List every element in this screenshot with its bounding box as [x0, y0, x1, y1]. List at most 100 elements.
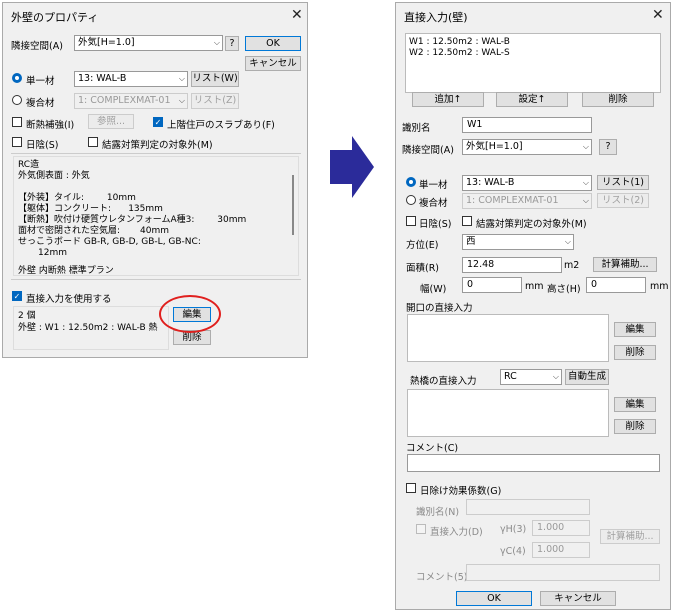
delete-entry-button[interactable]: 削除 — [582, 92, 654, 107]
opening-list[interactable] — [407, 314, 609, 362]
auto-generate-button[interactable]: 自動生成 — [565, 369, 609, 385]
use-direct-input-label: 直接入力を使用する — [26, 294, 112, 305]
shade-coef-comment-label: コメント(5) — [416, 572, 468, 583]
gamma-h-input[interactable]: 1.000 — [532, 520, 590, 536]
single-material-value: 13: WAL-B — [466, 177, 515, 188]
use-direct-input-checkbox[interactable]: ✓ — [12, 291, 22, 301]
list-item[interactable]: W1 : 12.50m2 : WAL-B — [409, 37, 510, 48]
opening-direct-label: 開口の直接入力 — [406, 303, 473, 314]
composite-material-radio[interactable] — [406, 195, 416, 205]
direct-summary-text: 外壁 : W1 : 12.50m2 : WAL-B 熱 — [18, 323, 158, 333]
list-w-button[interactable]: リスト(W) — [191, 71, 239, 87]
info-bottom-line: 外壁 内断熱 標準プラン — [18, 266, 114, 276]
list-2-button[interactable]: リスト(2) — [597, 193, 649, 208]
single-material-select[interactable]: 13: WAL-B ⌵ — [74, 71, 188, 87]
id-input[interactable]: W1 — [462, 117, 592, 133]
chevron-down-icon: ⌵ — [564, 237, 571, 246]
shade-coef-direct-checkbox[interactable] — [416, 524, 426, 534]
height-label: 高さ(H) — [547, 284, 581, 295]
direction-value: 西 — [466, 236, 476, 247]
chevron-down-icon: ⌵ — [582, 178, 589, 187]
single-material-radio[interactable] — [406, 177, 416, 187]
thermal-edit-button[interactable]: 編集 — [614, 397, 656, 412]
single-material-value: 13: WAL-B — [78, 73, 127, 84]
adjacent-space-select[interactable]: 外気[H=1.0] ⌵ — [74, 35, 223, 51]
adjacent-space-value: 外気[H=1.0] — [78, 37, 135, 48]
list-item[interactable]: W2 : 12.50m2 : WAL-S — [409, 48, 510, 59]
composite-material-select[interactable]: 1: COMPLEXMAT-01 ⌵ — [74, 93, 188, 109]
add-button[interactable]: 追加↑ — [412, 92, 484, 107]
entry-list[interactable]: W1 : 12.50m2 : WAL-B W2 : 12.50m2 : WAL-… — [405, 33, 661, 93]
shade-coef-comment-input[interactable] — [466, 564, 660, 581]
info-line: 12mm — [18, 248, 68, 258]
composite-material-value: 1: COMPLEXMAT-01 — [78, 95, 171, 106]
opening-edit-button[interactable]: 編集 — [614, 322, 656, 337]
material-info-panel: RC造 外気側表面 : 外気 【外装】タイル: 10mm 【躯体】コンクリート:… — [13, 156, 299, 276]
adjacent-space-select[interactable]: 外気[H=1.0] ⌵ — [462, 139, 592, 155]
separator — [11, 153, 301, 154]
shade-coef-calc-button[interactable]: 計算補助... — [600, 529, 660, 544]
info-line: 【外装】タイル: 10mm — [18, 193, 136, 203]
gamma-c-input[interactable]: 1.000 — [532, 542, 590, 558]
chevron-down-icon: ⌵ — [582, 196, 589, 205]
help-button[interactable]: ? — [599, 139, 617, 155]
close-icon[interactable]: ✕ — [652, 8, 664, 22]
composite-material-label: 複合材 — [419, 198, 448, 209]
ok-button[interactable]: OK — [456, 591, 532, 606]
shade-coef-checkbox[interactable] — [406, 483, 416, 493]
help-button[interactable]: ? — [225, 36, 239, 51]
height-input[interactable]: 0 — [586, 277, 646, 293]
single-material-select[interactable]: 13: WAL-B ⌵ — [462, 175, 592, 191]
cancel-button[interactable]: キャンセル — [245, 56, 301, 71]
info-line: 【断熱】吹付け硬質ウレタンフォームA種3: 30mm — [18, 215, 247, 225]
dew-exclusion-checkbox[interactable] — [88, 137, 98, 147]
direct-input-summary: 2 個 外壁 : W1 : 12.50m2 : WAL-B 熱 — [13, 306, 169, 350]
single-material-label: 単一材 — [26, 76, 55, 87]
direction-label: 方位(E) — [406, 240, 439, 251]
chevron-down-icon: ⌵ — [178, 74, 185, 83]
chevron-down-icon: ⌵ — [178, 96, 185, 105]
upper-slab-checkbox[interactable]: ✓ — [153, 117, 163, 127]
composite-material-label: 複合材 — [26, 98, 55, 109]
direct-input-wall-dialog: 直接入力(壁) ✕ W1 : 12.50m2 : WAL-B W2 : 12.5… — [395, 2, 671, 610]
single-material-radio[interactable] — [12, 73, 22, 83]
reference-button[interactable]: 参照... — [88, 114, 134, 129]
dew-exclusion-checkbox[interactable] — [462, 216, 472, 226]
calc-aux-button[interactable]: 計算補助... — [593, 257, 657, 272]
width-label: 幅(W) — [420, 284, 447, 295]
shade-checkbox[interactable] — [12, 137, 22, 147]
info-line: 面材で密閉された空気層: 40mm — [18, 226, 170, 236]
ok-button[interactable]: OK — [245, 36, 301, 51]
list-z-button[interactable]: リスト(Z) — [191, 93, 239, 109]
width-input[interactable]: 0 — [462, 277, 522, 293]
thermal-bridge-list[interactable] — [407, 389, 609, 437]
composite-material-radio[interactable] — [12, 95, 22, 105]
separator — [11, 279, 301, 280]
info-line: 外気側表面 : 外気 — [18, 171, 90, 181]
dew-exclusion-label: 結露対策判定の対象外(M) — [102, 140, 213, 151]
composite-material-select[interactable]: 1: COMPLEXMAT-01 ⌵ — [462, 193, 592, 209]
list-1-button[interactable]: リスト(1) — [597, 175, 649, 190]
shade-coef-id-input[interactable] — [466, 499, 590, 515]
set-button[interactable]: 設定↑ — [496, 92, 568, 107]
area-input[interactable]: 12.48 — [462, 257, 562, 273]
chevron-down-icon: ⌵ — [582, 142, 589, 151]
thermal-bridge-label: 熱橋の直接入力 — [410, 376, 477, 387]
dialog-title: 外壁のプロパティ — [11, 11, 99, 24]
gamma-h-label: γH(3) — [500, 524, 527, 535]
dew-exclusion-label: 結露対策判定の対象外(M) — [476, 219, 587, 230]
cancel-button[interactable]: キャンセル — [540, 591, 616, 606]
thermal-delete-button[interactable]: 削除 — [614, 419, 656, 434]
comment-input[interactable] — [407, 454, 660, 472]
direction-select[interactable]: 西 ⌵ — [462, 234, 574, 250]
close-icon[interactable]: ✕ — [291, 8, 303, 22]
insulation-reinforce-checkbox[interactable] — [12, 117, 22, 127]
shade-label: 日陰(S) — [419, 219, 452, 230]
adjacent-space-value: 外気[H=1.0] — [466, 141, 523, 152]
height-unit: mm — [650, 281, 669, 292]
scrollbar[interactable] — [292, 175, 294, 235]
shade-checkbox[interactable] — [406, 216, 416, 226]
thermal-bridge-select[interactable]: RC ⌵ — [500, 369, 562, 385]
adjacent-space-label: 隣接空間(A) — [11, 41, 63, 52]
opening-delete-button[interactable]: 削除 — [614, 345, 656, 360]
